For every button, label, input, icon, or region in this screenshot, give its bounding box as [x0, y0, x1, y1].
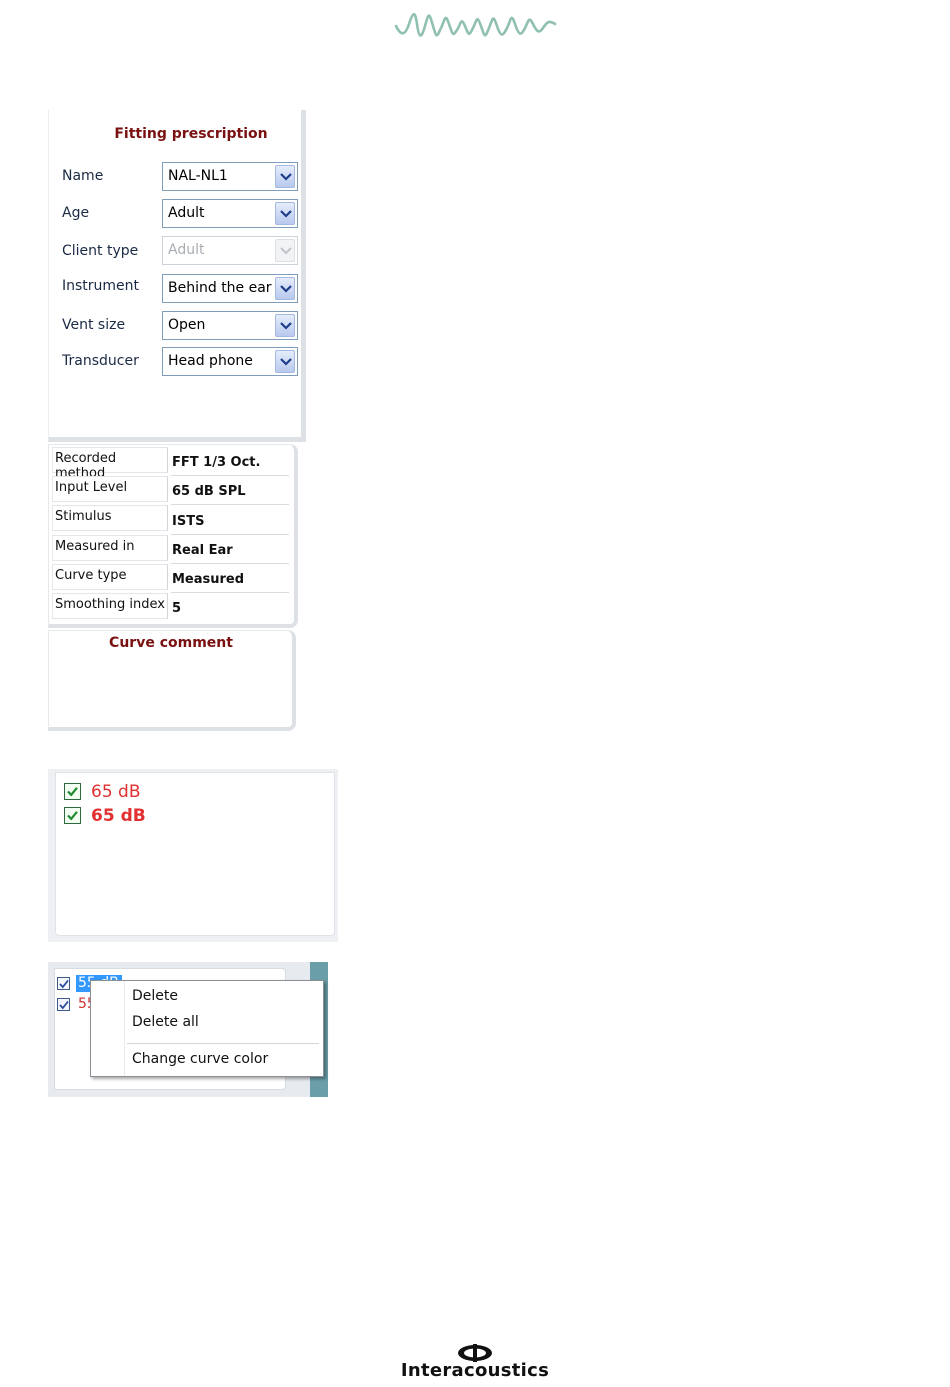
curve-checkbox[interactable] — [57, 977, 70, 990]
smoothing-index-value: 5 — [172, 601, 182, 616]
curve-info-panel: Recorded method FFT 1/3 Oct. Input Level… — [48, 444, 298, 628]
client-type-select: Adult — [162, 236, 298, 265]
curve-comment-title: Curve comment — [109, 635, 233, 651]
checkmark-icon — [67, 811, 78, 821]
fitting-prescription-title: Fitting prescription — [114, 126, 268, 142]
list-item[interactable]: 65 dB — [64, 806, 264, 828]
vent-size-select-value: Open — [168, 317, 206, 333]
menu-gutter — [91, 981, 125, 1076]
curve-list: 65 dB 65 dB — [55, 772, 335, 936]
transducer-select-value: Head phone — [168, 353, 253, 369]
input-level-label: Input Level — [52, 476, 168, 502]
name-label: Name — [62, 168, 104, 184]
menu-item-change-curve-color[interactable]: Change curve color — [132, 1051, 268, 1067]
chevron-down-icon[interactable] — [275, 277, 295, 300]
instrument-select[interactable]: Behind the ear — [162, 274, 298, 303]
measured-in-value: Real Ear — [171, 536, 289, 564]
wave-logo-icon — [394, 12, 557, 37]
name-select[interactable]: NAL-NL1 — [162, 162, 298, 191]
chevron-down-icon[interactable] — [275, 165, 295, 188]
curve-comment-panel[interactable]: Curve comment — [48, 630, 296, 731]
curve-context-panel: 55 dB 55 Delete Delete all Change curve … — [48, 962, 328, 1097]
curve-comment-text[interactable] — [55, 659, 285, 719]
smoothing-index-label: Smoothing index — [52, 593, 168, 619]
transducer-label: Transducer — [62, 353, 139, 369]
stimulus-value: ISTS — [171, 507, 289, 535]
client-type-select-value: Adult — [168, 242, 205, 258]
chevron-down-icon[interactable] — [275, 350, 295, 373]
checkmark-icon — [59, 1000, 69, 1010]
chevron-down-icon — [275, 239, 295, 262]
name-select-value: NAL-NL1 — [168, 168, 228, 184]
client-type-label: Client type — [62, 243, 139, 259]
instrument-label: Instrument — [62, 278, 140, 294]
context-menu: Delete Delete all Change curve color — [90, 980, 324, 1077]
curve-checkbox[interactable] — [64, 783, 81, 800]
curve-type-label: Curve type — [52, 564, 168, 590]
age-select-value: Adult — [168, 205, 205, 221]
menu-separator — [127, 1043, 319, 1044]
recorded-method-label: Recorded method — [52, 447, 168, 481]
vent-size-label: Vent size — [62, 317, 126, 333]
fitting-prescription-panel: Fitting prescription Name NAL-NL1 Age Ad… — [48, 110, 306, 442]
stimulus-label: Stimulus — [52, 505, 168, 531]
chevron-down-icon[interactable] — [275, 202, 295, 225]
checkmark-icon — [67, 787, 78, 797]
measured-in-label: Measured in — [52, 535, 168, 561]
age-label: Age — [62, 205, 90, 221]
curve-type-value: Measured — [171, 565, 289, 593]
input-level-value: 65 dB SPL — [171, 477, 289, 505]
instrument-select-value: Behind the ear — [168, 280, 272, 296]
curve-label: 65 dB — [91, 806, 146, 826]
curve-label: 65 dB — [91, 782, 141, 802]
curve-list-panel: 65 dB 65 dB — [48, 769, 338, 942]
transducer-select[interactable]: Head phone — [162, 347, 298, 376]
age-select[interactable]: Adult — [162, 199, 298, 228]
list-item[interactable]: 65 dB — [64, 782, 264, 804]
curve-checkbox[interactable] — [64, 807, 81, 824]
menu-item-delete[interactable]: Delete — [132, 988, 178, 1004]
brand-name: Interacoustics — [400, 1360, 550, 1381]
checkmark-icon — [59, 979, 69, 989]
curve-checkbox[interactable] — [57, 998, 70, 1011]
menu-item-delete-all[interactable]: Delete all — [132, 1014, 199, 1030]
vent-size-select[interactable]: Open — [162, 311, 298, 340]
chevron-down-icon[interactable] — [275, 314, 295, 337]
recorded-method-value: FFT 1/3 Oct. — [171, 448, 289, 476]
